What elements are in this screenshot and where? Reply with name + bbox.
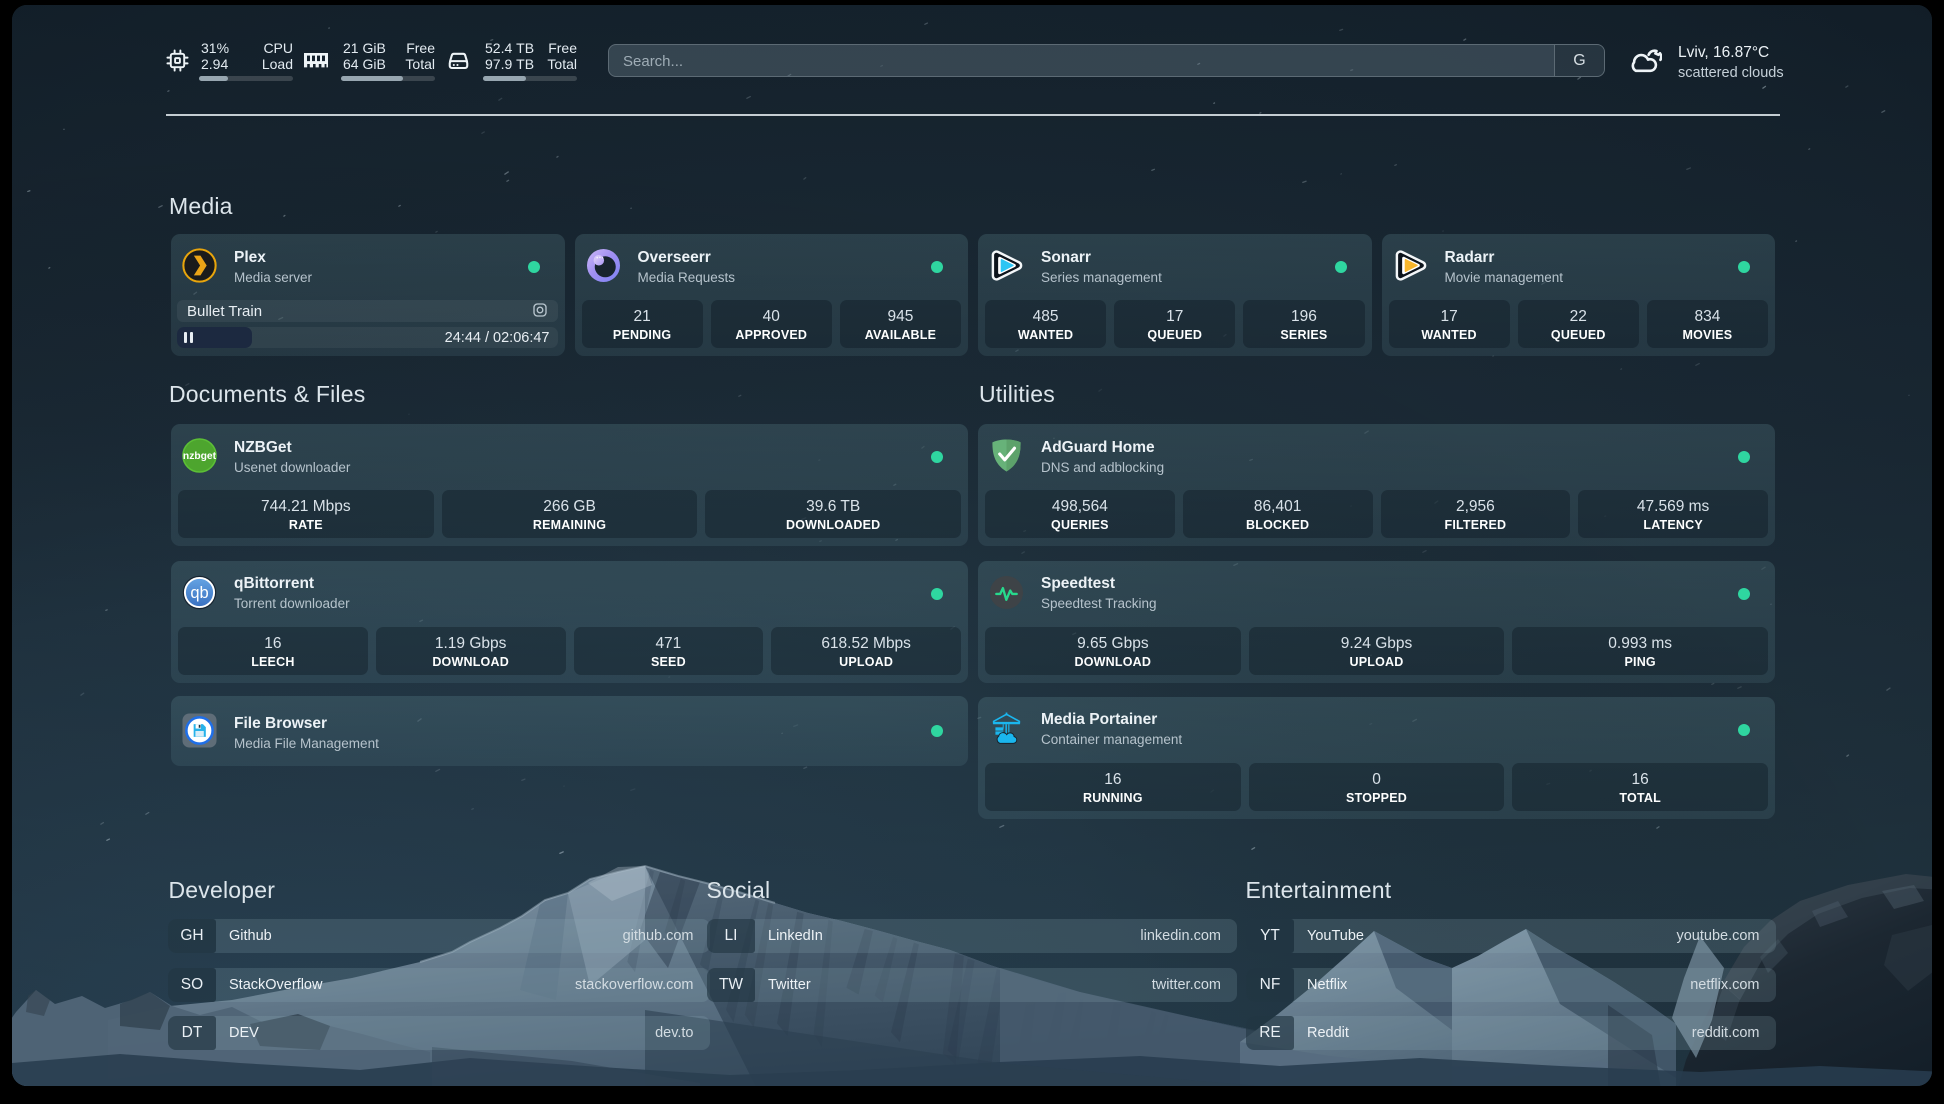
svg-text:qb: qb (190, 583, 208, 602)
svg-text:nzbget: nzbget (183, 451, 217, 462)
